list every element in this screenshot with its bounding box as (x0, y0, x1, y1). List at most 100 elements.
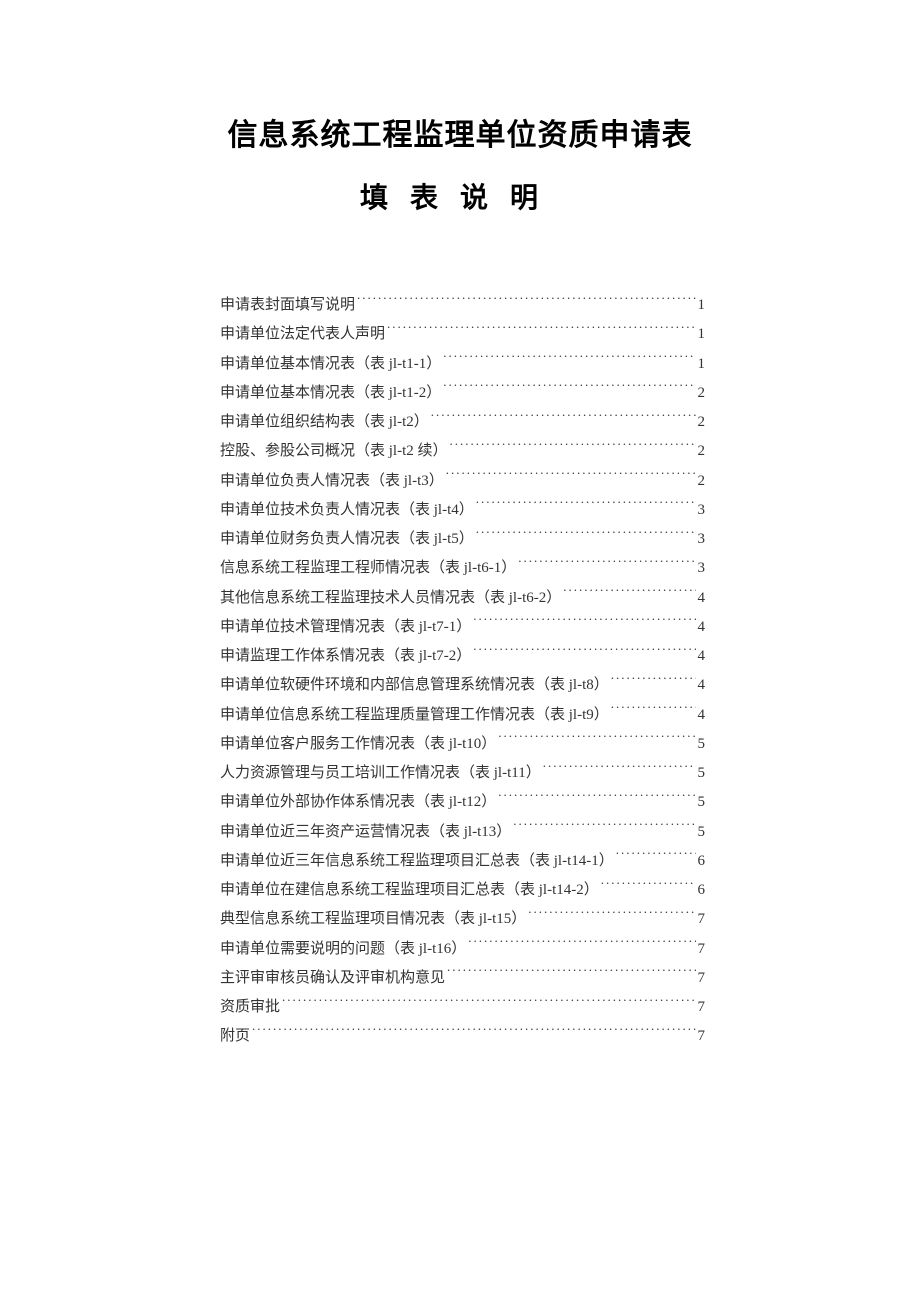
toc-item-label: 申请单位外部协作体系情况表（表 jl-t12） (220, 788, 496, 817)
toc-dots (446, 467, 696, 485)
toc-item-page: 6 (698, 876, 706, 905)
toc-item: 申请单位组织结构表（表 jl-t2） 2 (220, 408, 705, 437)
toc-dots (611, 701, 696, 719)
toc-item-page: 2 (698, 437, 706, 466)
toc-item-page: 2 (698, 467, 706, 496)
toc-item-page: 3 (698, 554, 706, 583)
toc-item: 申请单位财务负责人情况表（表 jl-t5） 3 (220, 525, 705, 554)
toc-item-label: 资质审批 (220, 993, 280, 1022)
toc-item-label: 申请单位财务负责人情况表（表 jl-t5） (220, 525, 474, 554)
toc-item: 申请单位客户服务工作情况表（表 jl-t10） 5 (220, 730, 705, 759)
toc-dots (357, 291, 695, 309)
table-of-contents: 申请表封面填写说明1申请单位法定代表人声明1申请单位基本情况表（表 jl-t1-… (120, 291, 800, 1052)
toc-item-page: 5 (698, 730, 706, 759)
toc-item-label: 申请单位负责人情况表（表 jl-t3） (220, 467, 444, 496)
toc-dots (443, 350, 695, 368)
toc-dots (473, 642, 695, 660)
toc-item: 主评审审核员确认及评审机构意见 7 (220, 964, 705, 993)
toc-item: 申请单位软硬件环境和内部信息管理系统情况表（表 jl-t8） 4 (220, 671, 705, 700)
toc-dots (498, 730, 695, 748)
toc-item: 信息系统工程监理工程师情况表（表 jl-t6-1） 3 (220, 554, 705, 583)
toc-item-page: 4 (698, 613, 706, 642)
toc-item-label: 申请单位法定代表人声明 (220, 320, 385, 349)
toc-dots (447, 964, 695, 982)
toc-item-page: 4 (698, 671, 706, 700)
toc-dots (543, 759, 696, 777)
toc-dots (431, 408, 696, 426)
toc-item-label: 申请表封面填写说明 (220, 291, 355, 320)
toc-item-label: 申请单位需要说明的问题（表 jl-t16） (220, 935, 466, 964)
toc-item-page: 1 (698, 320, 706, 349)
toc-item: 申请单位外部协作体系情况表（表 jl-t12） 5 (220, 788, 705, 817)
toc-item-page: 7 (698, 993, 706, 1022)
toc-dots (443, 379, 695, 397)
toc-dots (498, 788, 695, 806)
toc-item: 申请单位信息系统工程监理质量管理工作情况表（表 jl-t9） 4 (220, 701, 705, 730)
toc-item-page: 5 (698, 818, 706, 847)
toc-dots (513, 818, 695, 836)
toc-item: 申请单位基本情况表（表 jl-t1-1） 1 (220, 350, 705, 379)
toc-item: 申请单位技术管理情况表（表 jl-t7-1） 4 (220, 613, 705, 642)
toc-item-label: 人力资源管理与员工培训工作情况表（表 jl-t11） (220, 759, 541, 788)
toc-item-page: 7 (698, 905, 706, 934)
toc-item: 申请单位近三年资产运营情况表（表 jl-t13） 5 (220, 818, 705, 847)
toc-item-label: 其他信息系统工程监理技术人员情况表（表 jl-t6-2） (220, 584, 561, 613)
toc-item-page: 3 (698, 496, 706, 525)
toc-item-label: 申请单位近三年信息系统工程监理项目汇总表（表 jl-t14-1） (220, 847, 614, 876)
toc-item-label: 附页 (220, 1022, 250, 1051)
toc-item: 申请单位在建信息系统工程监理项目汇总表（表 jl-t14-2） 6 (220, 876, 705, 905)
toc-item-label: 申请单位在建信息系统工程监理项目汇总表（表 jl-t14-2） (220, 876, 599, 905)
toc-dots (476, 496, 696, 514)
toc-item-label: 典型信息系统工程监理项目情况表（表 jl-t15） (220, 905, 526, 934)
toc-dots (252, 1022, 695, 1040)
toc-item-label: 申请单位信息系统工程监理质量管理工作情况表（表 jl-t9） (220, 701, 609, 730)
toc-item-label: 申请单位技术负责人情况表（表 jl-t4） (220, 496, 474, 525)
toc-item: 申请单位技术负责人情况表（表 jl-t4） 3 (220, 496, 705, 525)
toc-item-page: 1 (698, 350, 706, 379)
toc-item-label: 申请单位基本情况表（表 jl-t1-1） (220, 350, 441, 379)
toc-item-page: 6 (698, 847, 706, 876)
toc-item-label: 申请单位基本情况表（表 jl-t1-2） (220, 379, 441, 408)
toc-item-label: 申请单位技术管理情况表（表 jl-t7-1） (220, 613, 471, 642)
toc-dots (528, 905, 695, 923)
toc-item-page: 2 (698, 379, 706, 408)
toc-dots (611, 671, 696, 689)
toc-item: 申请表封面填写说明 1 (220, 291, 705, 320)
toc-item: 其他信息系统工程监理技术人员情况表（表 jl-t6-2） 4 (220, 584, 705, 613)
toc-item: 资质审批 7 (220, 993, 705, 1022)
toc-item-page: 7 (698, 964, 706, 993)
toc-item-label: 信息系统工程监理工程师情况表（表 jl-t6-1） (220, 554, 516, 583)
toc-item-page: 7 (698, 935, 706, 964)
toc-item-page: 3 (698, 525, 706, 554)
toc-item-page: 5 (698, 788, 706, 817)
toc-item: 申请单位基本情况表（表 jl-t1-2） 2 (220, 379, 705, 408)
toc-item-label: 主评审审核员确认及评审机构意见 (220, 964, 445, 993)
toc-item-label: 申请单位软硬件环境和内部信息管理系统情况表（表 jl-t8） (220, 671, 609, 700)
toc-dots (616, 847, 696, 865)
toc-item: 申请监理工作体系情况表（表 jl-t7-2）4 (220, 642, 705, 671)
toc-dots (601, 876, 696, 894)
toc-item: 申请单位近三年信息系统工程监理项目汇总表（表 jl-t14-1） 6 (220, 847, 705, 876)
toc-item-page: 4 (698, 701, 706, 730)
toc-item-page: 4 (698, 584, 706, 613)
document-subtitle: 填表说明 (120, 176, 800, 216)
toc-dots (282, 993, 695, 1011)
toc-item-page: 4 (698, 642, 706, 671)
toc-dots (450, 437, 696, 455)
toc-item: 申请单位负责人情况表（表 jl-t3） 2 (220, 467, 705, 496)
toc-item-page: 2 (698, 408, 706, 437)
toc-dots (563, 584, 695, 602)
document-title: 信息系统工程监理单位资质申请表 (120, 110, 800, 154)
toc-dots (518, 554, 695, 572)
toc-item: 申请单位需要说明的问题（表 jl-t16） 7 (220, 935, 705, 964)
toc-item: 控股、参股公司概况（表 jl-t2 续）2 (220, 437, 705, 466)
toc-dots (476, 525, 696, 543)
toc-item: 附页7 (220, 1022, 705, 1051)
toc-item-label: 申请单位客户服务工作情况表（表 jl-t10） (220, 730, 496, 759)
toc-item-page: 1 (698, 291, 706, 320)
toc-dots (468, 935, 695, 953)
document-page: 信息系统工程监理单位资质申请表 填表说明 申请表封面填写说明 1 申请单位法定代表人… (0, 0, 920, 1102)
toc-item-label: 申请单位近三年资产运营情况表（表 jl-t13） (220, 818, 511, 847)
toc-item-label: 申请单位组织结构表（表 jl-t2） (220, 408, 429, 437)
toc-dots (473, 613, 695, 631)
